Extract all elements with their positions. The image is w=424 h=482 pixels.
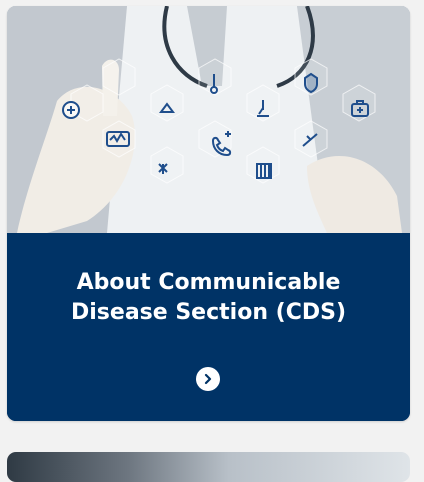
card-image-medical-icons — [7, 6, 410, 233]
cds-card[interactable]: About Communicable Disease Section (CDS) — [7, 6, 410, 421]
chevron-right-icon — [204, 373, 212, 385]
next-card-image[interactable] — [7, 452, 410, 482]
card-title-line2: Disease Section (CDS) — [71, 300, 346, 325]
card-body: About Communicable Disease Section (CDS) — [7, 233, 410, 421]
card-title-line1: About Communicable — [76, 270, 341, 295]
card-arrow-button[interactable] — [196, 367, 220, 391]
card-title: About Communicable Disease Section (CDS) — [27, 268, 390, 328]
